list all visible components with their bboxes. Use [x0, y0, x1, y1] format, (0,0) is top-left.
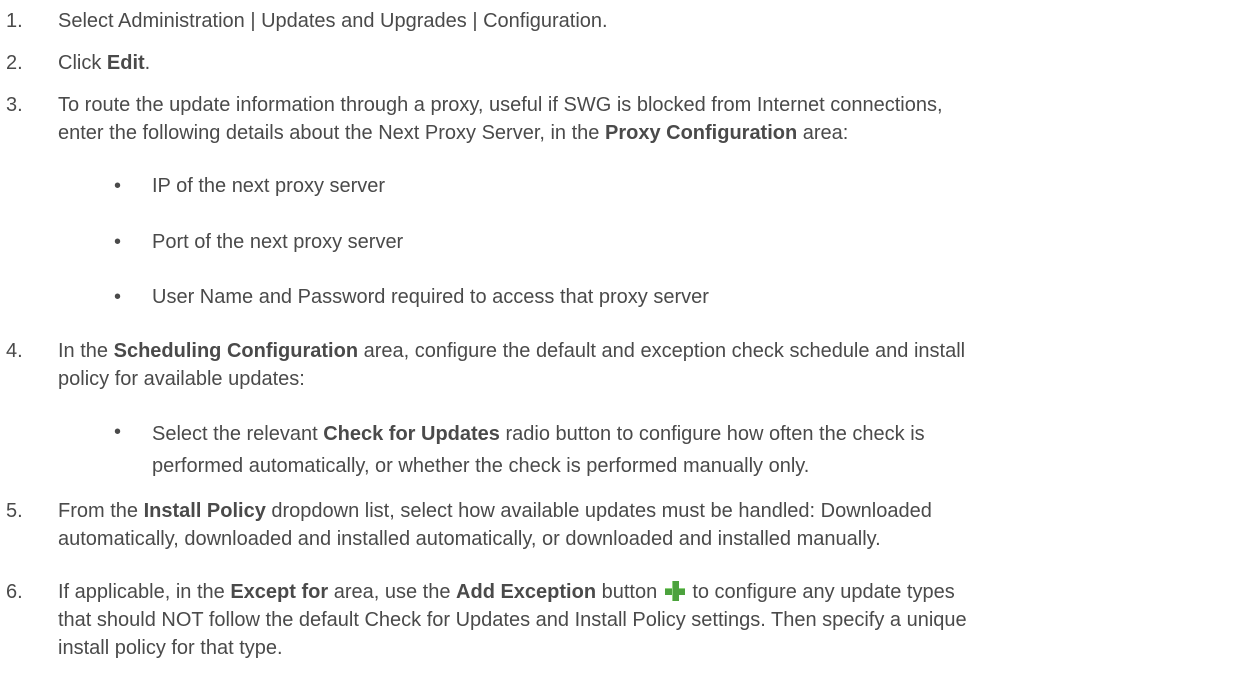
proxy-configuration-term: Proxy Configuration	[604, 122, 798, 144]
step-line: install policy for that type.	[58, 637, 283, 659]
step-line: In the Scheduling Configuration area, co…	[58, 337, 1242, 365]
bullet-line: performed automatically, or whether the …	[152, 455, 810, 477]
edit-term: Edit	[106, 52, 145, 74]
step-text: Click Edit.	[58, 49, 1242, 77]
bullet-marker: •	[114, 286, 122, 308]
document-page: 1. Select Administration | Updates and U…	[0, 0, 1250, 682]
step-text-part: In the	[58, 340, 114, 362]
step-text-part: .	[144, 52, 151, 74]
step-1: 1. Select Administration | Updates and U…	[0, 7, 1242, 35]
step-6: 6. If applicable, in the Except for area…	[0, 578, 1242, 662]
step-text: To route the update information through …	[58, 91, 1242, 147]
step-text-part: area, configure the default and exceptio…	[358, 340, 966, 362]
step-text: From the Install Policy dropdown list, s…	[58, 497, 1242, 553]
install-policy-term: Install Policy	[143, 500, 266, 522]
step-text-part: Click	[58, 52, 107, 74]
bullet-text-part: radio button to configure how often the …	[499, 423, 925, 445]
step-text-part: area, use the	[328, 581, 457, 603]
step-text-part: enter the following details about the Ne…	[58, 122, 605, 144]
step-text: If applicable, in the Except for area, u…	[58, 578, 1242, 662]
bullet-text: IP of the next proxy server	[152, 175, 386, 197]
step-number: 5.	[6, 500, 23, 522]
step-text-part: area:	[797, 122, 849, 144]
bullet-marker: •	[114, 175, 122, 197]
step-5: 5. From the Install Policy dropdown list…	[0, 497, 1242, 553]
step-text-part: to configure any update types	[686, 581, 955, 603]
proxy-bullet-1: • IP of the next proxy server	[0, 172, 1242, 200]
step-text: In the Scheduling Configuration area, co…	[58, 337, 1242, 393]
step-line: To route the update information through …	[58, 94, 943, 116]
step-line: If applicable, in the Except for area, u…	[58, 578, 1242, 606]
step-3: 3. To route the update information throu…	[0, 91, 1242, 147]
step-text-part: From the	[58, 500, 144, 522]
step-2: 2. Click Edit.	[0, 49, 1242, 77]
step-text: Select Administration | Updates and Upgr…	[58, 10, 608, 32]
bullet-text: Select the relevant Check for Updates ra…	[152, 418, 1242, 482]
proxy-bullet-2: • Port of the next proxy server	[0, 228, 1242, 256]
plus-icon	[664, 581, 685, 601]
step-line: From the Install Policy dropdown list, s…	[58, 497, 1242, 525]
bullet-marker: •	[114, 421, 122, 443]
bullet-marker: •	[114, 231, 122, 253]
step-number: 2.	[6, 52, 23, 74]
bullet-text-part: Select the relevant	[152, 423, 324, 445]
bullet-line: Select the relevant Check for Updates ra…	[152, 418, 1242, 450]
schedule-bullet: • Select the relevant Check for Updates …	[0, 418, 1242, 482]
step-text-part: If applicable, in the	[58, 581, 231, 603]
step-4: 4. In the Scheduling Configuration area,…	[0, 337, 1242, 393]
step-number: 1.	[6, 10, 23, 32]
step-line: enter the following details about the Ne…	[58, 119, 1242, 147]
step-number: 6.	[6, 581, 23, 603]
proxy-bullet-3: • User Name and Password required to acc…	[0, 283, 1242, 311]
step-line: policy for available updates:	[58, 368, 305, 390]
bullet-text: User Name and Password required to acces…	[152, 286, 709, 308]
except-for-term: Except for	[230, 581, 329, 603]
step-line: automatically, downloaded and installed …	[58, 528, 881, 550]
step-number: 4.	[6, 340, 23, 362]
step-text-part: button	[596, 581, 663, 603]
scheduling-configuration-term: Scheduling Configuration	[113, 340, 359, 362]
add-exception-term: Add Exception	[456, 581, 597, 603]
check-for-updates-term: Check for Updates	[323, 423, 500, 445]
bullet-text: Port of the next proxy server	[152, 231, 404, 253]
step-line: that should NOT follow the default Check…	[58, 609, 967, 631]
step-text-part: dropdown list, select how available upda…	[265, 500, 932, 522]
step-number: 3.	[6, 94, 23, 116]
